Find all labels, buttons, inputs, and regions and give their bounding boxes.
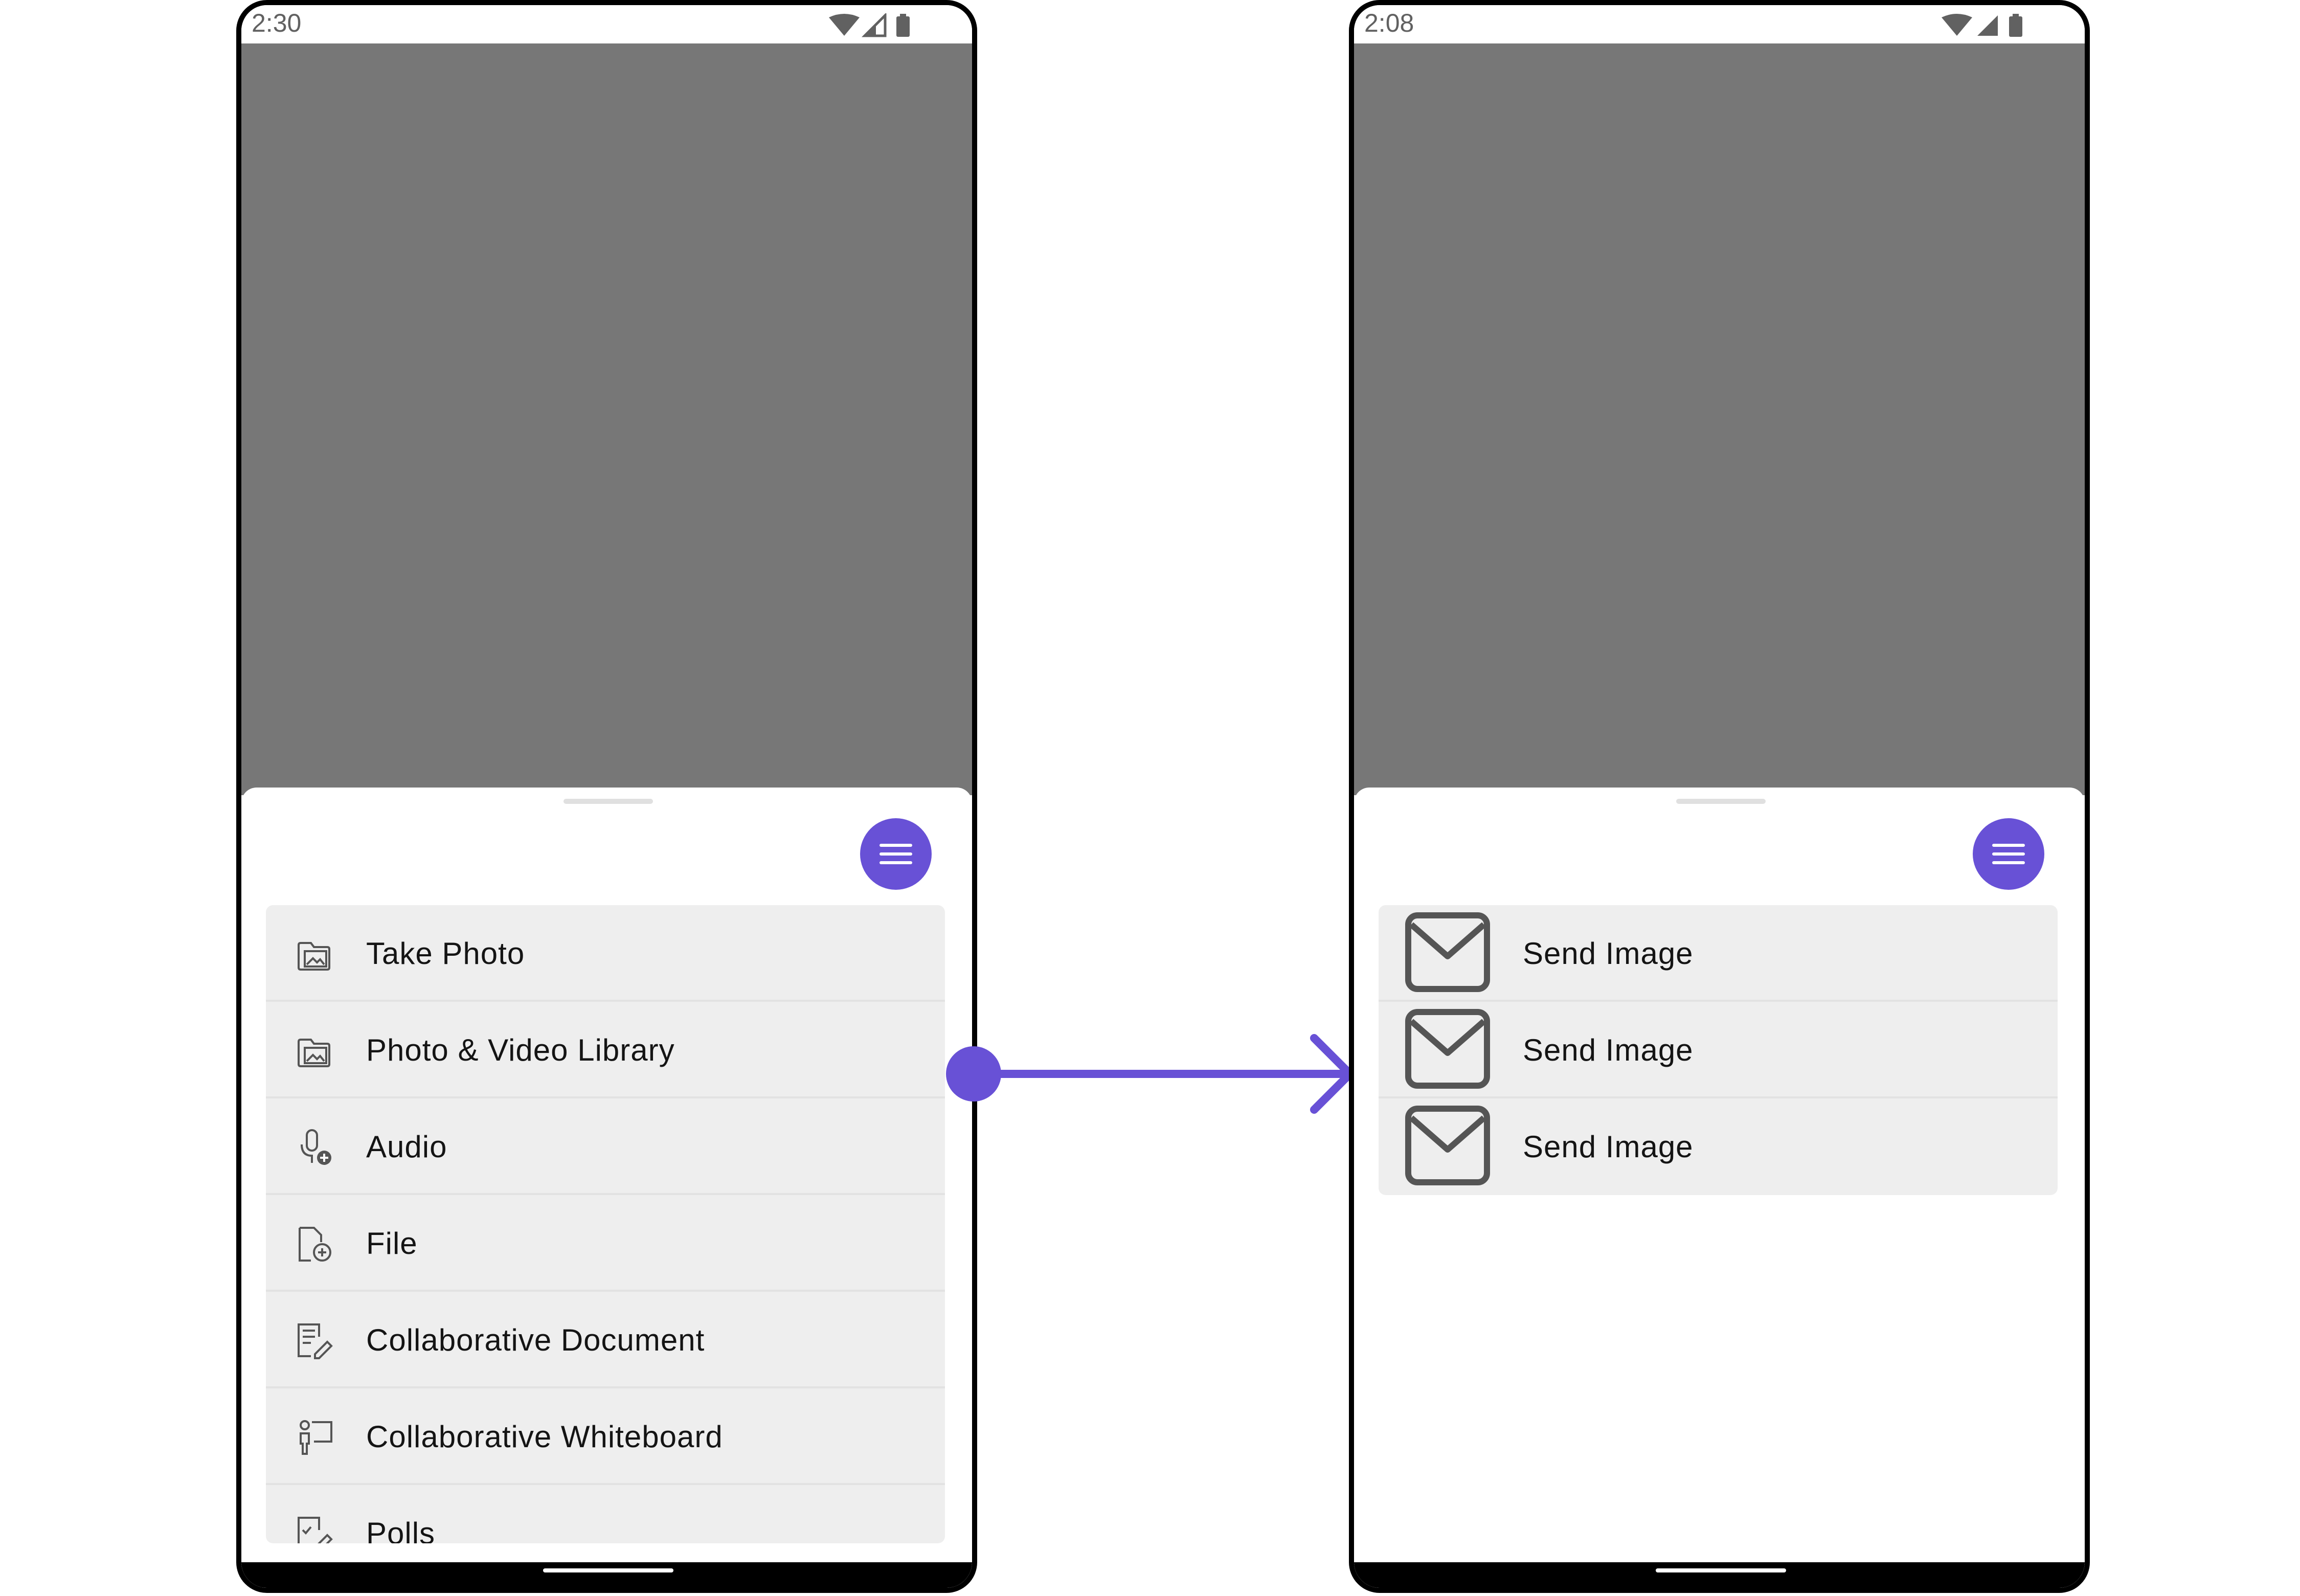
microphone-add-icon: [301, 1129, 331, 1165]
menu-icon: [1992, 844, 2025, 864]
option-label: Photo & Video Library: [366, 1033, 675, 1067]
dimmed-background[interactable]: [241, 43, 972, 795]
status-bar: 2:30: [241, 5, 972, 43]
document-edit-icon: [298, 1323, 333, 1359]
status-time: 2:08: [1364, 9, 1414, 37]
status-time: 2:30: [252, 9, 302, 37]
menu-button[interactable]: [860, 818, 932, 890]
envelope-icon: [1405, 912, 1490, 992]
option-label: File: [366, 1226, 418, 1261]
whiteboard-icon: [300, 1420, 332, 1455]
envelope-icon: [1405, 1106, 1490, 1185]
folder-image-icon: [298, 942, 330, 971]
envelope-icon: [1405, 1009, 1490, 1089]
sheet-drag-handle[interactable]: [563, 799, 653, 804]
poll-icon: [298, 1517, 333, 1543]
status-icons: [1942, 14, 2022, 37]
dimmed-background[interactable]: [1354, 43, 2085, 795]
menu-button[interactable]: [1973, 818, 2044, 890]
navigation-bar: [1354, 1562, 2085, 1588]
option-label: Send Image: [1523, 936, 1694, 971]
option-audio[interactable]: Audio: [266, 1098, 945, 1195]
option-collaborative-whiteboard[interactable]: Collaborative Whiteboard: [266, 1388, 945, 1485]
option-label: Polls: [366, 1516, 436, 1543]
navigation-bar: [241, 1562, 972, 1588]
option-collaborative-document[interactable]: Collaborative Document: [266, 1292, 945, 1388]
option-label: Collaborative Whiteboard: [366, 1420, 723, 1454]
option-label: Send Image: [1523, 1033, 1694, 1067]
status-bar: 2:08: [1354, 5, 2085, 43]
home-indicator[interactable]: [1656, 1568, 1786, 1572]
option-label: Take Photo: [366, 936, 525, 971]
battery-icon: [2009, 16, 2022, 37]
phone-screen-before: 2:30 Take Photo Photo & Video Library Au…: [236, 0, 977, 1593]
phone-screen-after: 2:08 Send Image Send Image Send Image: [1349, 0, 2090, 1593]
status-icons: [829, 13, 910, 37]
wifi-icon: [829, 14, 860, 36]
battery-icon: [896, 16, 910, 37]
option-label: Collaborative Document: [366, 1323, 705, 1357]
attachment-options-list: Take Photo Photo & Video Library Audio F…: [266, 905, 945, 1543]
menu-icon: [880, 844, 912, 864]
file-add-icon: [299, 1227, 331, 1262]
option-file[interactable]: File: [266, 1195, 945, 1292]
option-send-image[interactable]: Send Image: [1379, 1098, 2058, 1195]
sheet-drag-handle[interactable]: [1676, 799, 1766, 804]
signal-icon: [1977, 15, 1998, 36]
transition-arrow: [946, 1034, 1356, 1114]
option-photo-video-library[interactable]: Photo & Video Library: [266, 1002, 945, 1098]
option-polls[interactable]: Polls: [266, 1485, 945, 1543]
home-indicator[interactable]: [543, 1568, 673, 1572]
action-sheet: Take Photo Photo & Video Library Audio F…: [241, 788, 972, 1588]
option-send-image[interactable]: Send Image: [1379, 905, 2058, 1002]
action-sheet: Send Image Send Image Send Image: [1354, 788, 2085, 1588]
wifi-icon: [1942, 14, 1972, 36]
option-label: Audio: [366, 1130, 447, 1164]
custom-options-list: Send Image Send Image Send Image: [1379, 905, 2058, 1195]
option-take-photo[interactable]: Take Photo: [266, 905, 945, 1002]
folder-image-icon: [298, 1039, 330, 1067]
option-send-image[interactable]: Send Image: [1379, 1002, 2058, 1098]
option-label: Send Image: [1523, 1130, 1694, 1164]
